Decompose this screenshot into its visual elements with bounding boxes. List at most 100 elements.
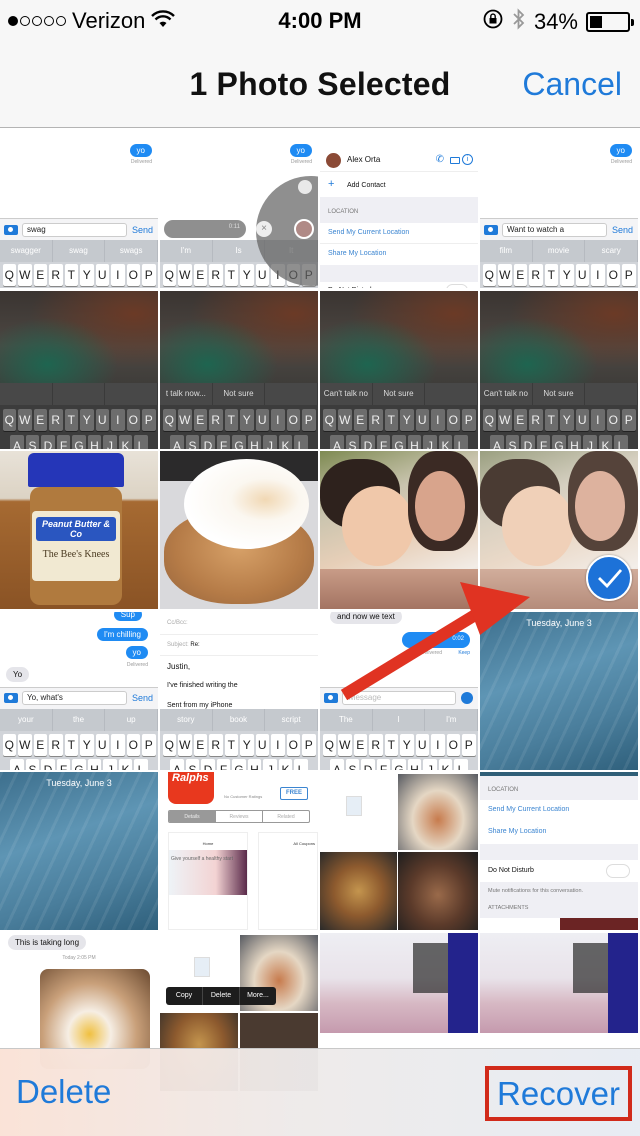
photo-thumbnail[interactable]: Tuesday, June 3 bbox=[480, 611, 638, 770]
photo-thumbnail[interactable]: Cc/Bcc: Subject: Re: Justin, I've finish… bbox=[160, 611, 318, 770]
keyboard: QWERTYUIOP ASDFGHJKL bbox=[0, 382, 158, 449]
key: U bbox=[95, 264, 109, 286]
food-photo bbox=[320, 852, 397, 930]
quicktype-bar: The I I'm bbox=[320, 708, 478, 731]
key: T bbox=[224, 408, 238, 431]
key: T bbox=[544, 408, 558, 431]
key: K bbox=[278, 758, 293, 770]
keyboard-row: QWERTYUIOP bbox=[161, 733, 317, 756]
photo-thumbnail[interactable]: Ralphs No Customer Ratings FREE Details … bbox=[160, 772, 318, 930]
screenshot-coupons: All Coupons bbox=[258, 832, 318, 930]
key: G bbox=[552, 434, 566, 449]
photo-thumbnail[interactable] bbox=[320, 772, 478, 930]
key: F bbox=[376, 758, 391, 770]
baby-face bbox=[342, 486, 414, 566]
message-bubble: Yo bbox=[6, 666, 30, 682]
message-bubble: yo bbox=[609, 144, 632, 157]
photo-thumbnail[interactable]: Sup I'm chilling yo Delivered Yo Yo, wha… bbox=[0, 611, 158, 770]
photo-thumbnail[interactable]: Can't talk no Not sure QWERTYUIOP ASDFGH… bbox=[320, 290, 478, 449]
key: H bbox=[247, 434, 262, 449]
photo-thumbnail[interactable]: yo Delivered I'm Is It QWERTYUIOP ASDFGH… bbox=[160, 130, 318, 288]
arms bbox=[320, 569, 478, 609]
key: P bbox=[622, 408, 636, 431]
key: Y bbox=[560, 408, 574, 431]
message-field: Yo, what's bbox=[22, 691, 127, 705]
delete-button[interactable]: Delete bbox=[16, 1073, 111, 1111]
photo-thumbnail[interactable]: Can't talk no Not sure QWERTYUIOP ASDFGH… bbox=[480, 290, 638, 449]
suggestion: Can't talk no bbox=[320, 382, 373, 405]
message-input-bar: swag Send bbox=[0, 218, 158, 240]
key: Y bbox=[80, 733, 94, 756]
key: W bbox=[178, 408, 192, 431]
rotation-lock-icon bbox=[482, 8, 504, 36]
quicktype-bar bbox=[0, 382, 158, 405]
key: Q bbox=[2, 408, 16, 431]
key: U bbox=[255, 264, 269, 286]
photo-thumbnail-selected[interactable] bbox=[480, 451, 638, 609]
segmented-tabs: Details Reviews Related bbox=[168, 810, 310, 823]
fried-egg bbox=[184, 459, 309, 549]
photo-recovery-screen: Verizon 4:00 PM 34% 1 Photo Selected Can… bbox=[0, 0, 640, 1136]
key: L bbox=[294, 434, 308, 449]
navigation-bar: 1 Photo Selected Cancel bbox=[0, 40, 640, 128]
battery-percent: 34% bbox=[533, 9, 578, 34]
key: A bbox=[330, 758, 344, 770]
key: Y bbox=[80, 408, 94, 431]
key: J bbox=[583, 434, 597, 449]
photo-thumbnail[interactable]: and now we text 0:02 Delivered Keep iMes… bbox=[320, 611, 478, 770]
menu-delete: Delete bbox=[203, 986, 240, 1005]
quicktype-bar: film movie scary bbox=[480, 240, 638, 262]
keyboard: your the up QWERTYUIOP ASDFGHJKL bbox=[0, 708, 158, 770]
screenshot-home: Home Give yourself a healthy start bbox=[168, 832, 248, 930]
photo-thumbnail[interactable]: LOCATION Send My Current Location Share … bbox=[480, 772, 638, 930]
delivered-label: Delivered bbox=[130, 159, 152, 165]
message-bubble: I'm chilling bbox=[96, 627, 148, 641]
photo-thumbnail[interactable]: Alex Orta ✆ i + Add Contact LOCATION Sen… bbox=[320, 130, 478, 288]
delivered-label: Delivered bbox=[420, 649, 442, 656]
jar-label: Peanut Butter & Co The Bee's Knees bbox=[32, 511, 120, 581]
brand-label: Peanut Butter & Co bbox=[36, 517, 116, 541]
camera-icon bbox=[4, 693, 18, 703]
key: W bbox=[18, 408, 32, 431]
lock-date: Tuesday, June 3 bbox=[46, 778, 112, 788]
key: R bbox=[209, 264, 223, 286]
subject-label: Subject: Re: bbox=[167, 641, 200, 648]
photo-thumbnail[interactable]: t talk now... Not sure QWERTYUIOP ASDFGH… bbox=[160, 290, 318, 449]
selected-checkmark-icon[interactable] bbox=[586, 555, 632, 601]
suggestion: movie bbox=[533, 240, 586, 262]
attachments-label: ATTACHMENTS bbox=[488, 905, 529, 911]
key: Q bbox=[482, 264, 496, 286]
file-icon bbox=[346, 796, 362, 816]
keyboard: swagger swag swags QWERTYUIOP ASDFGHJKL bbox=[0, 240, 158, 288]
key: R bbox=[49, 264, 63, 286]
ratings-label: No Customer Ratings bbox=[224, 794, 263, 799]
photo-thumbnail[interactable] bbox=[160, 451, 318, 609]
key: O bbox=[446, 408, 460, 431]
photo-thumbnail[interactable]: QWERTYUIOP ASDFGHJKL bbox=[0, 290, 158, 449]
key: T bbox=[384, 733, 398, 756]
photo-thumbnail[interactable]: yo Delivered Want to watch a Send film m… bbox=[480, 130, 638, 288]
menu-more: More... bbox=[247, 991, 269, 999]
photo-thumbnail[interactable] bbox=[320, 451, 478, 609]
suggestion: film bbox=[480, 240, 533, 262]
carrier-name: Verizon bbox=[72, 8, 146, 33]
key: Y bbox=[240, 408, 254, 431]
suggestion: Not sure bbox=[213, 382, 266, 405]
keyboard-row: QWERTYUIOP bbox=[321, 733, 477, 756]
recover-button[interactable]: Recover bbox=[485, 1066, 632, 1121]
cancel-button[interactable]: Cancel bbox=[522, 66, 622, 103]
quicktype-bar: story book script bbox=[160, 708, 318, 731]
key: E bbox=[353, 408, 367, 431]
message-field: swag bbox=[22, 222, 127, 237]
message-bubble: yo bbox=[129, 144, 152, 157]
key: T bbox=[64, 733, 78, 756]
email-greeting: Justin, bbox=[167, 661, 191, 671]
audio-message: 0:02 bbox=[402, 631, 470, 648]
keyboard-row: QWERTYUIOP bbox=[161, 408, 317, 431]
tab-details: Details bbox=[169, 811, 215, 822]
photo-thumbnail[interactable]: Peanut Butter & Co The Bee's Knees bbox=[0, 451, 158, 609]
photo-thumbnail[interactable]: Tuesday, June 3 bbox=[0, 772, 158, 930]
keyboard-row: ASDFGHJKL bbox=[161, 434, 317, 449]
key: E bbox=[33, 408, 47, 431]
photo-thumbnail[interactable]: yo Delivered swag Send swagger swag swag… bbox=[0, 130, 158, 288]
